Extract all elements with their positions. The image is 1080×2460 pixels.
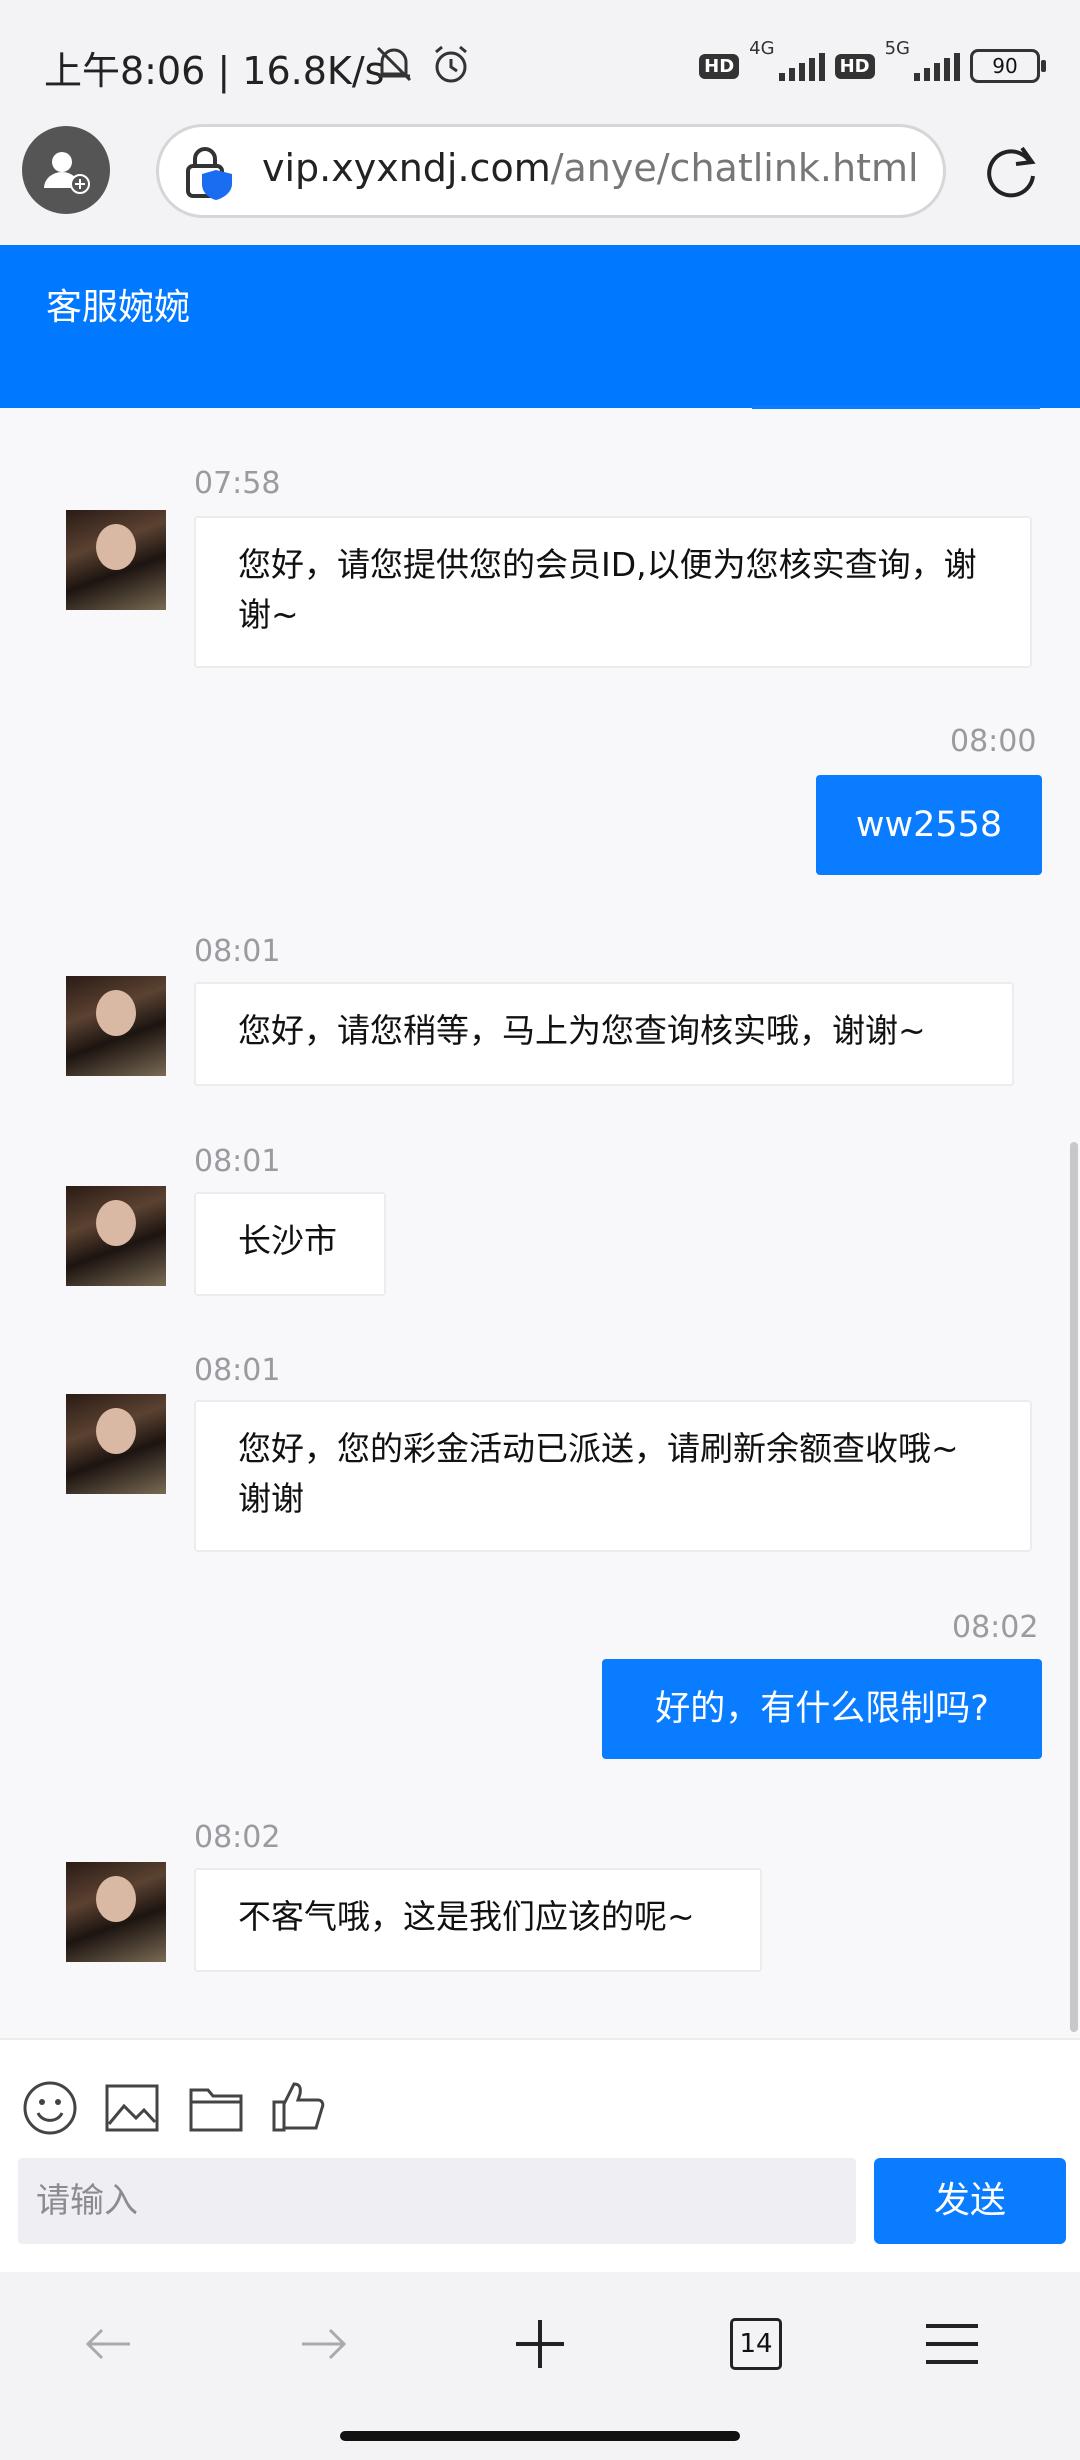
scrollbar[interactable] bbox=[1070, 1142, 1078, 2032]
alarm-icon bbox=[435, 45, 467, 83]
back-icon[interactable] bbox=[78, 2314, 138, 2374]
thumbs-up-icon[interactable] bbox=[270, 2078, 326, 2134]
message-time: 08:02 bbox=[194, 1820, 281, 1855]
agent-avatar bbox=[66, 976, 166, 1076]
send-button[interactable]: 发送 bbox=[874, 2158, 1066, 2244]
agent-avatar bbox=[66, 510, 166, 610]
reload-icon[interactable] bbox=[980, 140, 1042, 202]
network-label-5g: 5G bbox=[884, 38, 910, 59]
message-time: 08:01 bbox=[194, 1144, 281, 1179]
hd-badge-2: HD bbox=[834, 53, 875, 79]
user-add-icon bbox=[44, 152, 90, 194]
url-text[interactable]: vip.xyxndj.com/anye/chatlink.html bbox=[262, 146, 919, 190]
secure-lock-icon bbox=[186, 147, 232, 200]
message-time: 08:00 bbox=[950, 724, 1037, 759]
menu-icon[interactable] bbox=[922, 2314, 982, 2374]
url-path: /anye/chatlink.html bbox=[550, 146, 919, 190]
status-time: 上午8:06 | 16.8K/s bbox=[44, 49, 385, 93]
message-time: 07:58 bbox=[194, 466, 281, 501]
agent-avatar bbox=[66, 1186, 166, 1286]
message-time: 08:01 bbox=[194, 934, 281, 969]
agent-avatar bbox=[66, 1862, 166, 1962]
message-time: 08:02 bbox=[952, 1610, 1039, 1645]
folder-icon[interactable] bbox=[188, 2080, 244, 2136]
message-bubble: 您好，请您稍等，马上为您查询核实哦，谢谢~ bbox=[194, 982, 1014, 1086]
home-indicator[interactable] bbox=[340, 2431, 740, 2441]
url-host: vip.xyxndj.com bbox=[262, 146, 551, 190]
message-bubble-self: 好的，有什么限制吗? bbox=[602, 1659, 1042, 1759]
signal-icon bbox=[778, 51, 825, 81]
forward-icon[interactable] bbox=[294, 2314, 354, 2374]
battery-icon: 90 bbox=[970, 49, 1046, 83]
message-input[interactable] bbox=[18, 2158, 856, 2244]
emoji-icon[interactable] bbox=[22, 2080, 78, 2136]
signal-icon-2 bbox=[914, 51, 960, 81]
agent-avatar bbox=[66, 1394, 166, 1494]
tabs-button[interactable]: 14 bbox=[730, 2318, 782, 2370]
status-right-icons: HD 4G HD 5G 90 bbox=[699, 38, 1046, 86]
new-tab-icon[interactable] bbox=[510, 2314, 570, 2374]
message-bubble: 您好，请您提供您的会员ID,以便为您核实查询，谢谢~ bbox=[194, 516, 1032, 668]
message-bubble: 长沙市 bbox=[194, 1192, 386, 1296]
partial-bubble bbox=[752, 405, 1040, 409]
image-icon[interactable] bbox=[104, 2080, 160, 2136]
bell-muted-icon bbox=[376, 46, 412, 82]
message-time: 08:01 bbox=[194, 1353, 281, 1388]
message-input-wrap bbox=[18, 2158, 856, 2244]
network-label-4g: 4G bbox=[749, 38, 775, 59]
message-bubble-self: ww2558 bbox=[816, 775, 1042, 875]
message-bubble: 不客气哦，这是我们应该的呢~ bbox=[194, 1868, 762, 1972]
hd-badge: HD bbox=[699, 53, 740, 79]
status-bar: 上午8:06 | 16.8K/s HD 4G HD 5G 90 bbox=[0, 0, 1080, 120]
profile-button[interactable] bbox=[22, 126, 110, 214]
chat-title: 客服婉婉 bbox=[46, 287, 191, 328]
message-bubble: 您好，您的彩金活动已派送，请刷新余额查收哦~谢谢 bbox=[194, 1400, 1032, 1552]
